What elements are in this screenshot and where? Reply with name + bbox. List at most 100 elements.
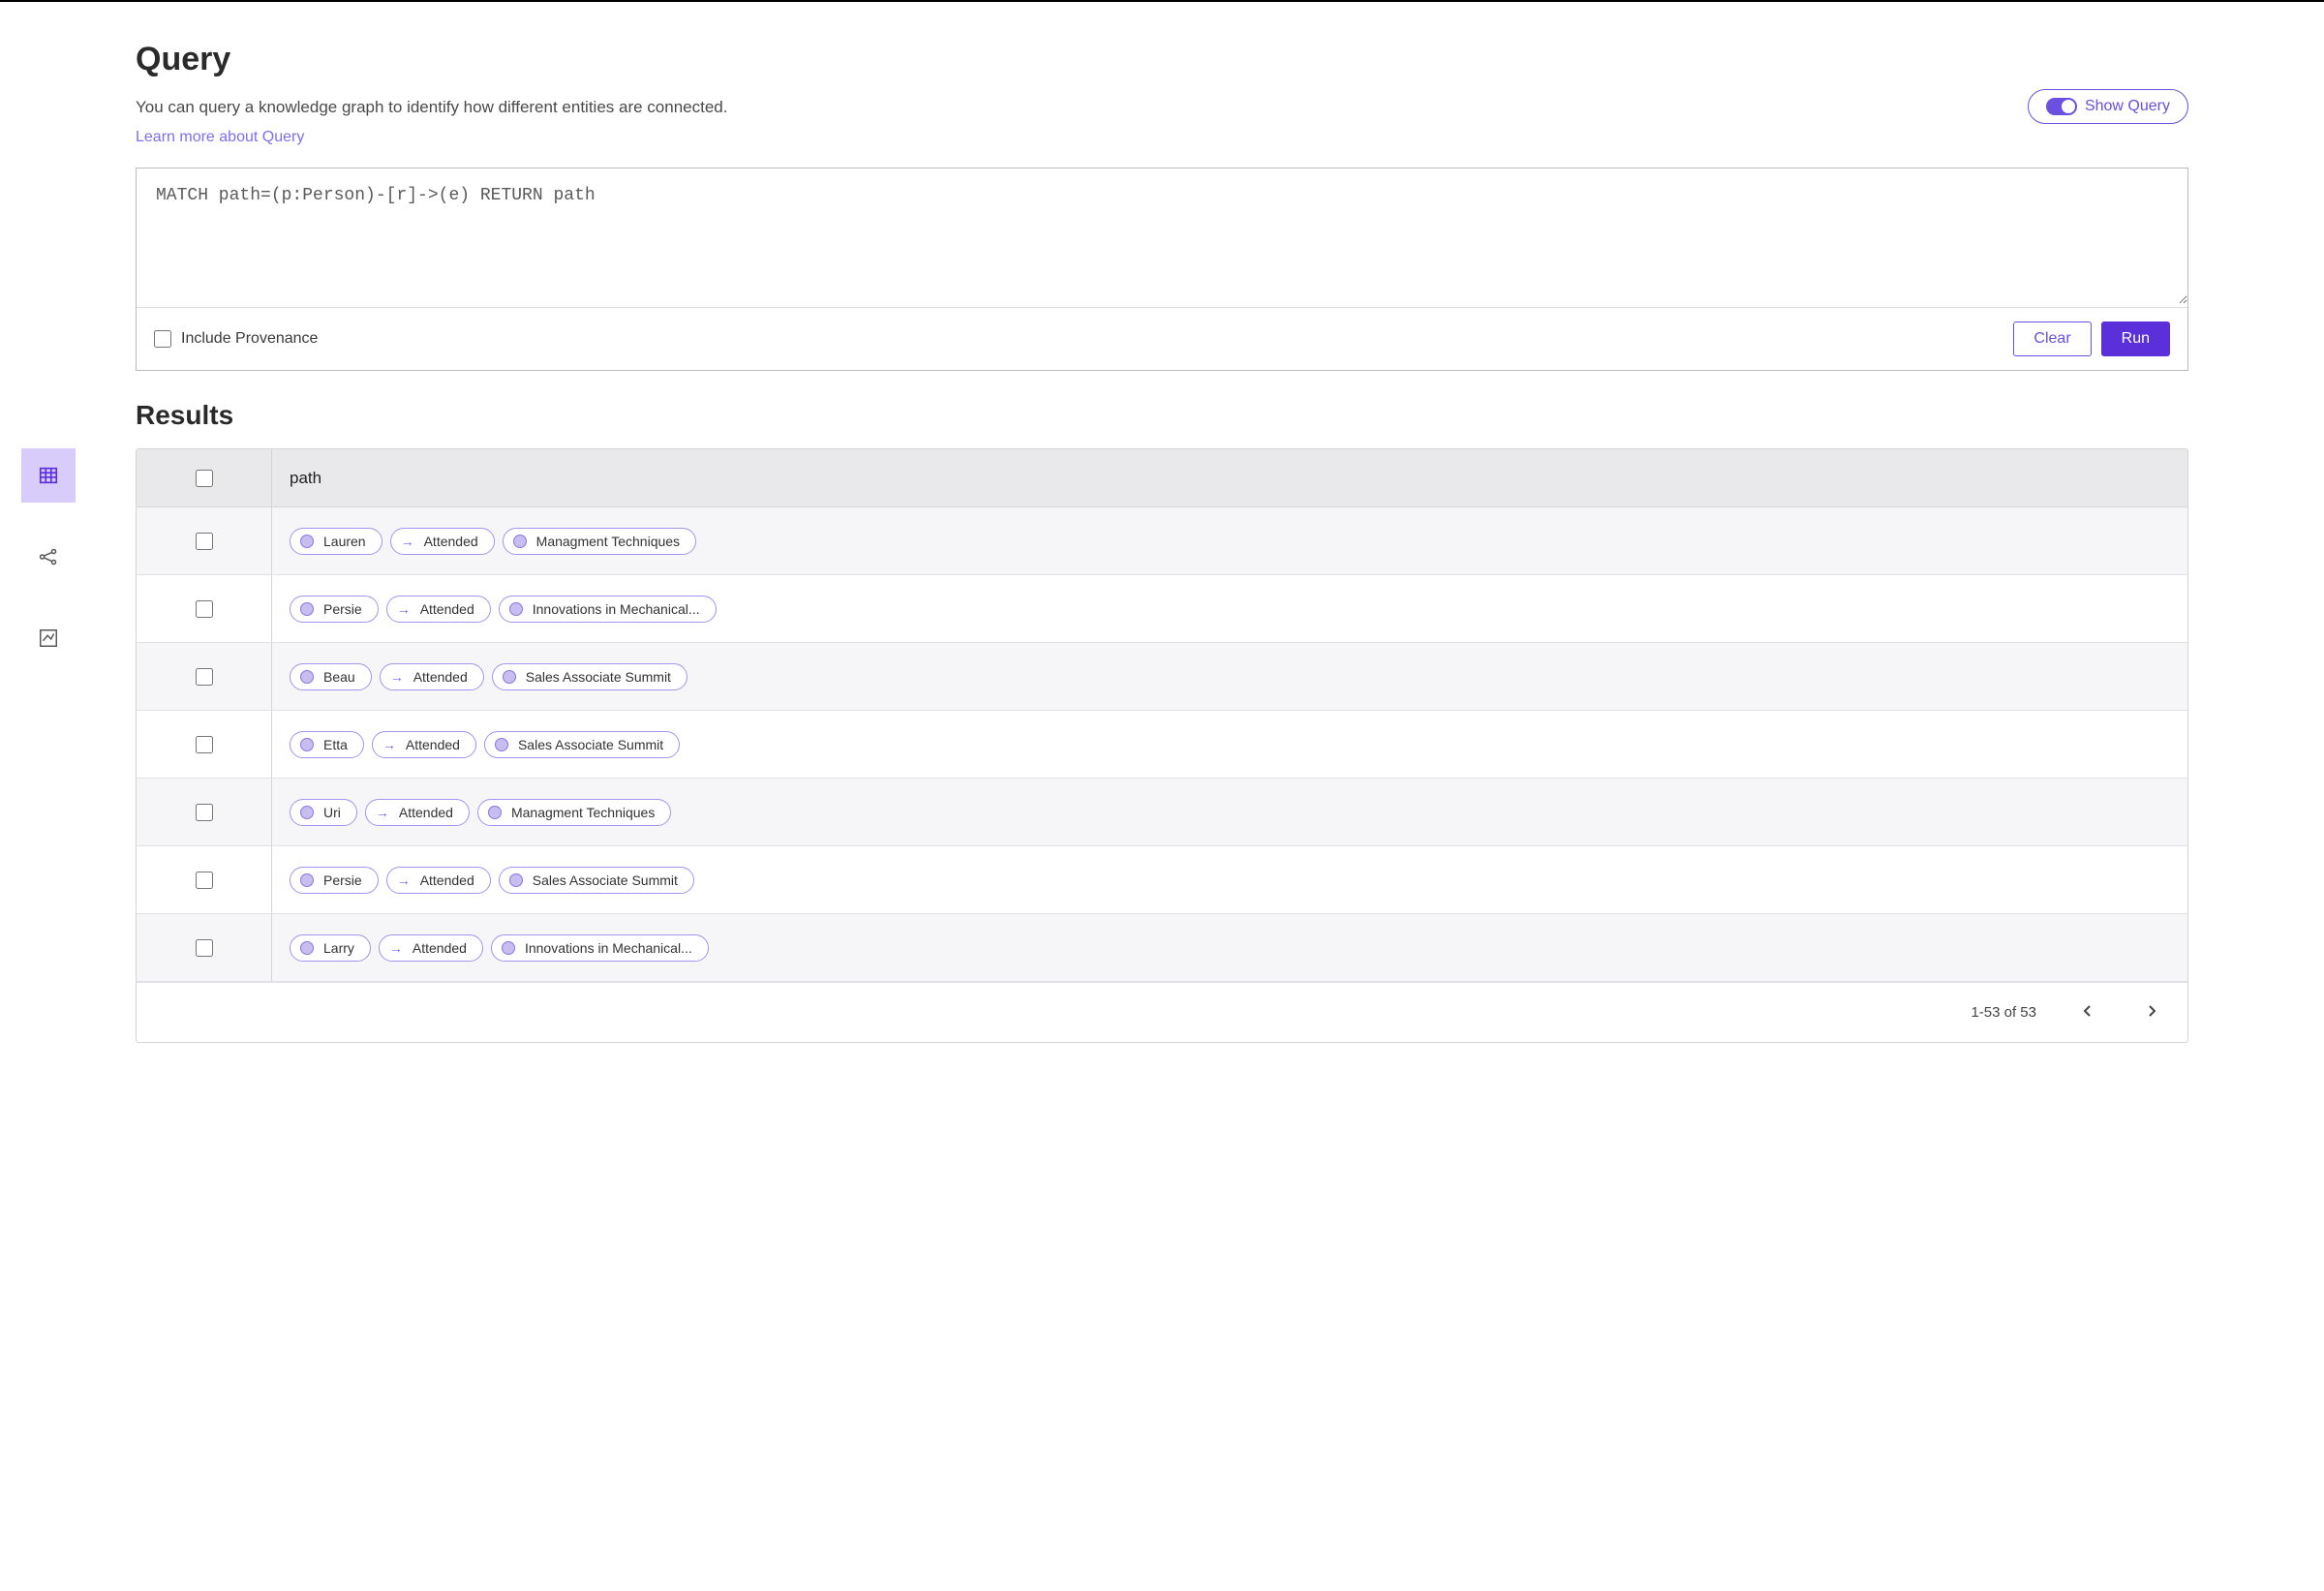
arrow-icon: → <box>390 669 404 685</box>
show-query-toggle[interactable]: Show Query <box>2028 89 2188 124</box>
event-chip[interactable]: Sales Associate Summit <box>499 867 694 894</box>
result-row: Lauren →Attended Managment Techniques <box>137 507 2187 575</box>
row-select-checkbox[interactable] <box>196 736 213 753</box>
person-chip[interactable]: Persie <box>290 596 379 623</box>
arrow-icon: → <box>397 872 411 888</box>
relation-chip[interactable]: →Attended <box>390 528 495 555</box>
person-chip-label: Persie <box>323 601 362 617</box>
event-chip[interactable]: Innovations in Mechanical... <box>499 596 717 623</box>
page-title: Query <box>136 41 2028 78</box>
header: Query You can query a knowledge graph to… <box>136 41 2188 146</box>
toggle-switch-icon <box>2046 98 2077 115</box>
relation-chip[interactable]: →Attended <box>372 731 476 758</box>
page-description: You can query a knowledge graph to ident… <box>136 98 2028 117</box>
entity-dot-icon <box>300 535 314 548</box>
entity-dot-icon <box>488 806 502 819</box>
event-chip-label: Sales Associate Summit <box>533 872 678 888</box>
path-cell: Beau → Attended Sales Associate Summit <box>272 643 2187 710</box>
event-chip-label: Managment Techniques <box>536 534 680 549</box>
header-left: Query You can query a knowledge graph to… <box>136 41 2028 146</box>
person-chip[interactable]: Beau <box>290 663 372 690</box>
person-chip[interactable]: Uri <box>290 799 357 826</box>
query-input[interactable] <box>137 168 2187 304</box>
entity-dot-icon <box>502 941 515 955</box>
clear-button[interactable]: Clear <box>2013 321 2091 356</box>
arrow-icon: → <box>376 805 389 820</box>
table-icon <box>38 465 59 486</box>
results-area: path Lauren→AttendedManagment Techniques… <box>19 448 2188 1043</box>
relation-chip[interactable]: →Attended <box>386 867 491 894</box>
row-select-checkbox[interactable] <box>196 872 213 889</box>
person-chip[interactable]: Persie <box>290 867 379 894</box>
result-row: Uri → Attended Managment Techniques <box>137 779 2187 846</box>
relation-chip[interactable]: → Attended <box>365 799 470 826</box>
row-select-cell <box>137 643 272 710</box>
select-all-checkbox[interactable] <box>196 470 213 487</box>
row-select-checkbox[interactable] <box>196 600 213 618</box>
learn-more-link[interactable]: Learn more about Query <box>136 129 304 145</box>
person-chip-label: Uri <box>323 805 341 820</box>
results-body[interactable]: Lauren→AttendedManagment TechniquesPersi… <box>137 507 2187 982</box>
chart-view-button[interactable] <box>21 611 76 665</box>
run-button[interactable]: Run <box>2101 321 2170 356</box>
event-chip[interactable]: Sales Associate Summit <box>484 731 680 758</box>
arrow-icon: → <box>397 601 411 617</box>
event-chip[interactable]: Managment Techniques <box>503 528 696 555</box>
event-chip[interactable]: Managment Techniques <box>477 799 671 826</box>
results-title: Results <box>136 400 2188 431</box>
relation-chip[interactable]: → Attended <box>386 596 491 623</box>
pagination-label: 1-53 of 53 <box>1971 1004 2036 1021</box>
results-header-row: path <box>137 449 2187 507</box>
row-select-checkbox[interactable] <box>196 804 213 821</box>
toggle-knob <box>2062 100 2075 113</box>
view-rail <box>19 448 77 665</box>
entity-dot-icon <box>509 602 523 616</box>
relation-chip-label: Attended <box>420 601 474 617</box>
show-query-label: Show Query <box>2085 98 2170 115</box>
query-panel: Include Provenance Clear Run <box>136 168 2188 371</box>
person-chip[interactable]: Etta <box>290 731 364 758</box>
person-chip[interactable]: Lauren <box>290 528 382 555</box>
event-chip-label: Managment Techniques <box>511 805 655 820</box>
event-chip-label: Sales Associate Summit <box>526 669 671 685</box>
person-chip[interactable]: Larry <box>290 934 371 962</box>
person-chip-label: Lauren <box>323 534 366 549</box>
arrow-icon: → <box>389 940 403 956</box>
query-page: Query You can query a knowledge graph to… <box>0 2 2324 1072</box>
relation-chip[interactable]: → Attended <box>380 663 484 690</box>
relation-chip[interactable]: → Attended <box>379 934 483 962</box>
row-select-checkbox[interactable] <box>196 533 213 550</box>
relation-chip-label: Attended <box>399 805 453 820</box>
event-chip-label: Innovations in Mechanical... <box>525 940 692 956</box>
row-select-cell <box>137 846 272 913</box>
entity-dot-icon <box>300 670 314 684</box>
include-provenance-input[interactable] <box>154 330 171 348</box>
path-cell: Persie →Attended Sales Associate Summit <box>272 846 2187 913</box>
relation-chip-label: Attended <box>413 669 468 685</box>
select-all-cell <box>137 449 272 506</box>
person-chip-label: Larry <box>323 940 354 956</box>
include-provenance-checkbox[interactable]: Include Provenance <box>154 330 318 348</box>
event-chip[interactable]: Innovations in Mechanical... <box>491 934 709 962</box>
entity-dot-icon <box>300 941 314 955</box>
path-column-header: path <box>272 449 2187 506</box>
relation-chip-label: Attended <box>424 534 478 549</box>
event-chip-label: Sales Associate Summit <box>518 737 663 752</box>
row-select-checkbox[interactable] <box>196 939 213 957</box>
table-view-button[interactable] <box>21 448 76 503</box>
event-chip[interactable]: Sales Associate Summit <box>492 663 688 690</box>
row-select-checkbox[interactable] <box>196 668 213 686</box>
row-select-cell <box>137 575 272 642</box>
graph-view-button[interactable] <box>21 530 76 584</box>
relation-chip-label: Attended <box>413 940 467 956</box>
path-cell: Uri → Attended Managment Techniques <box>272 779 2187 845</box>
entity-dot-icon <box>503 670 516 684</box>
entity-dot-icon <box>300 738 314 751</box>
row-select-cell <box>137 711 272 778</box>
path-cell: Lauren →Attended Managment Techniques <box>272 507 2187 574</box>
next-page-button[interactable] <box>2139 1000 2164 1025</box>
entity-dot-icon <box>513 535 527 548</box>
prev-page-button[interactable] <box>2075 1000 2100 1025</box>
graph-icon <box>38 546 59 567</box>
results-footer: 1-53 of 53 <box>137 982 2187 1042</box>
